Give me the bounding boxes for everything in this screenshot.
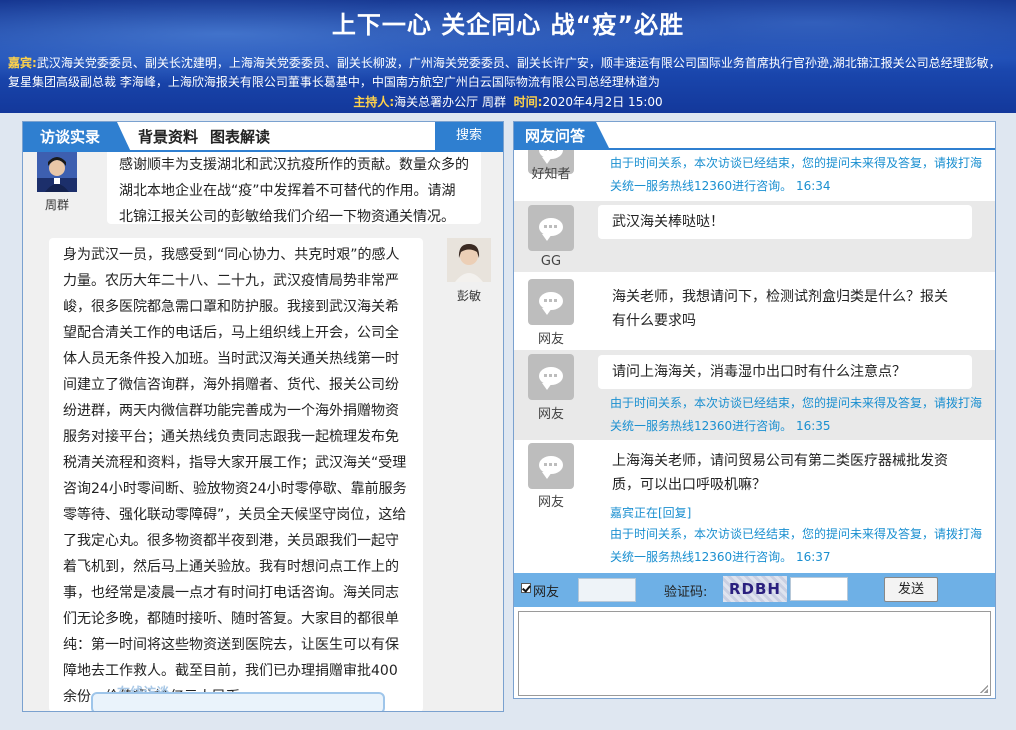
nickname-input[interactable]: [578, 578, 636, 602]
avatar-zhouqun: [37, 152, 77, 192]
user-name: GG: [540, 254, 562, 269]
tab-qa[interactable]: 网友问答: [514, 122, 610, 150]
captcha-image[interactable]: RDBH: [723, 576, 787, 602]
host-value: 海关总署办公厅 周群: [394, 95, 506, 109]
page-title: 上下一心 关企同心 战“疫”必胜: [331, 11, 685, 39]
user-name: 好知者: [531, 167, 571, 182]
transcript-entry: 身为武汉一员，我感受到“同心协力、共克时艰”的感人力量。农历大年二十八、二十九，…: [49, 238, 423, 711]
avatar-pengmin: [447, 238, 491, 282]
transcript-tabs: 访谈实录 背景资料 图表解读 搜索: [23, 122, 503, 152]
replying-status: 嘉宾正在[回复]: [610, 506, 692, 520]
tab-transcript[interactable]: 访谈实录: [23, 122, 131, 152]
list-item: 网友 上海海关老师，请问贸易公司有第二类医疗器械批发资质，可以出口呼吸机嘛？ 嘉…: [514, 443, 995, 573]
question-text: 武汉海关棒哒哒！: [598, 205, 972, 239]
time-value: 2020年4月2日 15:00: [542, 95, 663, 109]
user-avatar-icon: [528, 205, 574, 251]
system-reply: 由于时间关系，本次访谈已经结束，您的提问未来得及答复，请拨打海关统一服务热线12…: [610, 396, 983, 433]
system-reply: 由于时间关系，本次访谈已经结束，您的提问未来得及答复，请拨打海关统一服务热线12…: [610, 527, 983, 564]
decorative-stamp: [91, 692, 385, 711]
qa-panel: 网友问答 好知者 由于时间关系，本次访谈已经结束，您的提问未来得及答复，请拨打海…: [513, 121, 996, 699]
search-button[interactable]: 搜索: [435, 122, 503, 150]
transcript-panel: 访谈实录 背景资料 图表解读 搜索 周群 感谢顺丰为支援湖北和武汉抗疫所作的贡献…: [22, 121, 504, 712]
speaker-name: 周群: [44, 198, 69, 212]
transcript-entry: 感谢顺丰为支援湖北和武汉抗疫所作的贡献。数量众多的湖北本地企业在战“疫”中发挥着…: [107, 152, 481, 225]
speaker-name: 彭敏: [456, 289, 481, 303]
list-item: 网友 海关老师，我想请问下，检测试剂盒归类是什么？报关有什么要求吗: [514, 275, 995, 347]
user-avatar-icon: [528, 279, 574, 325]
captcha-input[interactable]: [790, 577, 848, 601]
question-text: 海关老师，我想请问下，检测试剂盒归类是什么？报关有什么要求吗: [598, 280, 972, 338]
send-button[interactable]: 发送: [884, 577, 938, 602]
host-label: 主持人:: [353, 95, 395, 109]
captcha-label: 验证码:: [664, 585, 708, 600]
qa-tabs: 网友问答: [514, 122, 995, 150]
entry-text: 感谢顺丰为支援湖北和武汉抗疫所作的贡献。数量众多的湖北本地企业在战“疫”中发挥着…: [119, 157, 469, 225]
guests-label: 嘉宾:: [8, 56, 37, 70]
guests-text: 武汉海关党委委员、副关长沈建明，上海海关党委委员、副关长柳波，广州海关党委委员、…: [8, 56, 1001, 89]
user-avatar-icon: [528, 443, 574, 489]
system-reply: 由于时间关系，本次访谈已经结束，您的提问未来得及答复，请拨打海关统一服务热线12…: [610, 156, 983, 193]
comment-composer: 网友 验证码: RDBH 发送: [514, 573, 995, 607]
host-line: 主持人:海关总署办公厅 周群 时间:2020年4月2日 15:00: [0, 93, 1016, 110]
list-item: 好知者 由于时间关系，本次访谈已经结束，您的提问未来得及答复，请拨打海关统一服务…: [514, 150, 995, 198]
qa-list[interactable]: 好知者 由于时间关系，本次访谈已经结束，您的提问未来得及答复，请拨打海关统一服务…: [514, 150, 995, 573]
message-textarea[interactable]: [518, 611, 991, 696]
user-name: 网友: [537, 407, 564, 422]
entry-text: 身为武汉一员，我感受到“同心协力、共克时艰”的感人力量。农历大年二十八、二十九，…: [63, 247, 407, 705]
user-name: 网友: [537, 495, 564, 510]
tab-background[interactable]: 背景资料: [138, 122, 198, 152]
guests-line: 嘉宾:武汉海关党委委员、副关长沈建明，上海海关党委委员、副关长柳波，广州海关党委…: [8, 54, 1008, 92]
list-item: GG 武汉海关棒哒哒！: [514, 201, 995, 272]
header-banner: 上下一心 关企同心 战“疫”必胜 嘉宾:武汉海关党委委员、副关长沈建明，上海海关…: [0, 0, 1016, 113]
anonymous-checkbox[interactable]: [521, 583, 531, 593]
tab-charts[interactable]: 图表解读: [210, 122, 270, 152]
user-name: 网友: [537, 332, 564, 347]
anonymous-checkbox-label: 网友: [533, 585, 560, 600]
user-avatar-icon: [528, 354, 574, 400]
time-label: 时间:: [513, 95, 543, 109]
resize-grip-icon[interactable]: [980, 685, 988, 693]
transcript-scroll-area[interactable]: 周群 感谢顺丰为支援湖北和武汉抗疫所作的贡献。数量众多的湖北本地企业在战“疫”中…: [23, 152, 503, 711]
list-item: 网友 请问上海海关，消毒湿巾出口时有什么注意点？ 由于时间关系，本次访谈已经结束…: [514, 350, 995, 440]
question-text: 上海海关老师，请问贸易公司有第二类医疗器械批发资质，可以出口呼吸机嘛？: [598, 444, 972, 502]
question-text: 请问上海海关，消毒湿巾出口时有什么注意点？: [598, 355, 972, 389]
